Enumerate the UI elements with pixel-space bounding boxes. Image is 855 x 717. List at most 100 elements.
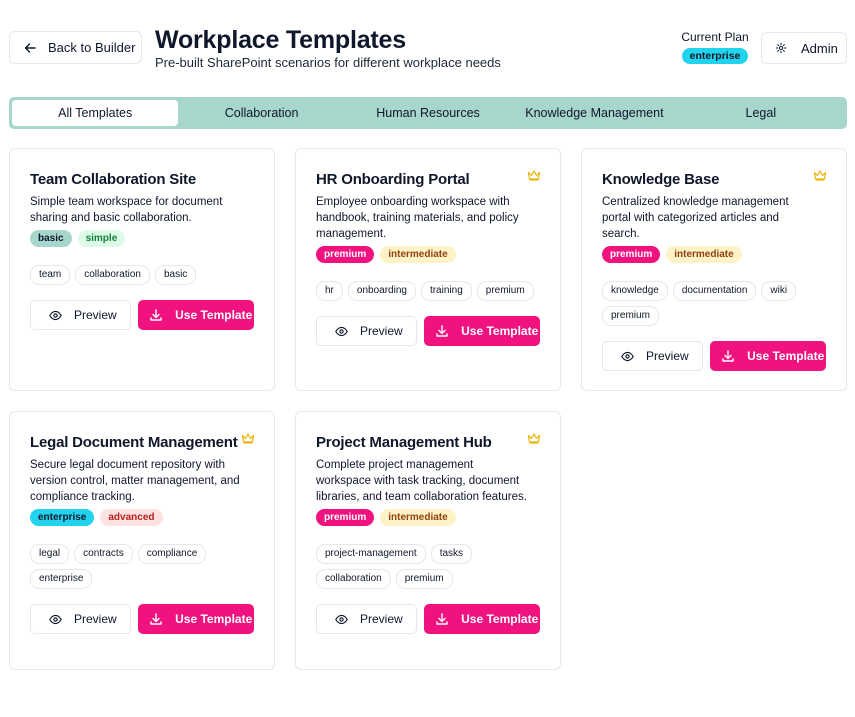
tab-all-templates[interactable]: All Templates (12, 100, 179, 126)
template-card: Team Collaboration Site Simple team works… (9, 148, 275, 391)
eye-icon (335, 325, 348, 338)
tag-chip: collaboration (75, 265, 150, 285)
preview-button[interactable]: Preview (316, 604, 418, 634)
template-title: HR Onboarding Portal (316, 171, 470, 188)
back-to-builder-button[interactable]: Back to Builder (9, 31, 142, 64)
tag-chip: project-management (316, 544, 426, 564)
template-tags: hr onboarding training premium (316, 281, 542, 301)
use-template-label: Use Template (175, 612, 253, 626)
template-description: Complete project management workspace wi… (316, 459, 527, 503)
tag-chip: hr (316, 281, 343, 301)
tag-chip: legal (30, 544, 70, 564)
use-template-label: Use Template (461, 324, 539, 338)
tag-chip: premium (602, 306, 659, 326)
tag-chip: compliance (137, 544, 207, 564)
tab-knowledge-management[interactable]: Knowledge Management (511, 100, 677, 126)
tag-chip: onboarding (347, 281, 416, 301)
back-to-builder-label: Back to Builder (48, 40, 136, 55)
template-actions: Preview Use Template (316, 316, 540, 346)
preview-label: Preview (74, 612, 117, 626)
tab-collaboration[interactable]: Collaboration (178, 100, 344, 126)
tag-chip: premium (476, 281, 534, 301)
page-title: Workplace Templates (155, 26, 406, 54)
use-template-button[interactable]: Use Template (424, 604, 540, 634)
plan-badge: enterprise (681, 48, 749, 64)
download-icon (150, 613, 162, 625)
preview-button[interactable]: Preview (316, 316, 418, 346)
template-title: Team Collaboration Site (30, 171, 196, 188)
use-template-label: Use Template (747, 349, 825, 363)
template-title: Project Management Hub (316, 434, 492, 451)
template-badges: basic simple (30, 230, 254, 247)
eye-icon (49, 309, 62, 322)
use-template-button[interactable]: Use Template (710, 341, 826, 371)
tier-badge: intermediate (380, 246, 456, 263)
template-card: Project Management Hub Complete project m… (295, 411, 561, 670)
admin-label: Admin (801, 40, 838, 56)
tier-badge: premium (602, 246, 661, 263)
template-tags: knowledge documentation wiki premium (602, 281, 828, 326)
template-badges: enterprise advanced (30, 509, 254, 526)
preview-label: Preview (360, 324, 403, 338)
template-title: Knowledge Base (602, 171, 720, 188)
use-template-button[interactable]: Use Template (424, 316, 540, 346)
use-template-label: Use Template (461, 612, 539, 626)
tab-legal[interactable]: Legal (678, 100, 844, 126)
tag-chip: team (30, 265, 71, 285)
tag-chip: knowledge (602, 281, 668, 301)
tag-chip: contracts (74, 544, 133, 564)
tier-badge: premium (316, 246, 375, 263)
template-title: Legal Document Management (30, 434, 238, 451)
template-badges: premium intermediate (316, 509, 540, 526)
tier-badge: intermediate (666, 246, 742, 263)
template-description: Simple team workspace for document shari… (30, 196, 223, 224)
template-actions: Preview Use Template (30, 300, 254, 330)
template-actions: Preview Use Template (602, 341, 826, 371)
tier-badge: intermediate (380, 509, 456, 526)
template-badges: premium intermediate (602, 246, 826, 263)
preview-button[interactable]: Preview (602, 341, 704, 371)
download-icon (722, 350, 734, 362)
preview-label: Preview (646, 349, 689, 363)
eye-icon (49, 613, 62, 626)
tag-chip: enterprise (30, 569, 93, 589)
admin-button[interactable]: Admin (761, 32, 847, 64)
tier-badge: premium (316, 509, 375, 526)
download-icon (436, 613, 448, 625)
eye-icon (621, 350, 634, 363)
download-icon (150, 309, 162, 321)
tag-chip: premium (395, 569, 453, 589)
category-tabs: All Templates Collaboration Human Resour… (9, 97, 847, 129)
use-template-label: Use Template (175, 308, 253, 322)
current-plan-label: Current Plan (681, 30, 749, 44)
preview-label: Preview (360, 612, 403, 626)
eye-icon (335, 613, 348, 626)
page-header: Back to Builder Workplace Templates Pre-… (0, 0, 855, 90)
template-description: Centralized knowledge management portal … (602, 196, 789, 240)
download-icon (436, 325, 448, 337)
page-subtitle: Pre-built SharePoint scenarios for diffe… (155, 55, 501, 70)
template-tags: legal contracts compliance enterprise (30, 544, 256, 589)
tab-human-resources[interactable]: Human Resources (345, 100, 511, 126)
template-actions: Preview Use Template (316, 604, 540, 634)
template-card: HR Onboarding Portal Employee onboarding … (295, 148, 561, 391)
preview-button[interactable]: Preview (30, 300, 132, 330)
use-template-button[interactable]: Use Template (138, 604, 254, 634)
gear-icon (775, 42, 787, 54)
preview-label: Preview (74, 308, 117, 322)
tag-chip: tasks (430, 544, 473, 564)
preview-button[interactable]: Preview (30, 604, 132, 634)
tag-chip: collaboration (316, 569, 391, 589)
template-description: Secure legal document repository with ve… (30, 459, 240, 503)
tag-chip: wiki (761, 281, 797, 301)
use-template-button[interactable]: Use Template (138, 300, 254, 330)
template-tags: project-management tasks collaboration prem… (316, 544, 542, 589)
template-card: Legal Document Management Secure legal do… (9, 411, 275, 670)
template-tags: team collaboration basic (30, 265, 256, 285)
tag-chip: training (420, 281, 472, 301)
crown-icon (813, 168, 827, 181)
tag-chip: documentation (672, 281, 757, 301)
tag-chip: basic (154, 265, 197, 285)
arrow-left-icon (24, 42, 36, 53)
crown-icon (527, 431, 541, 444)
